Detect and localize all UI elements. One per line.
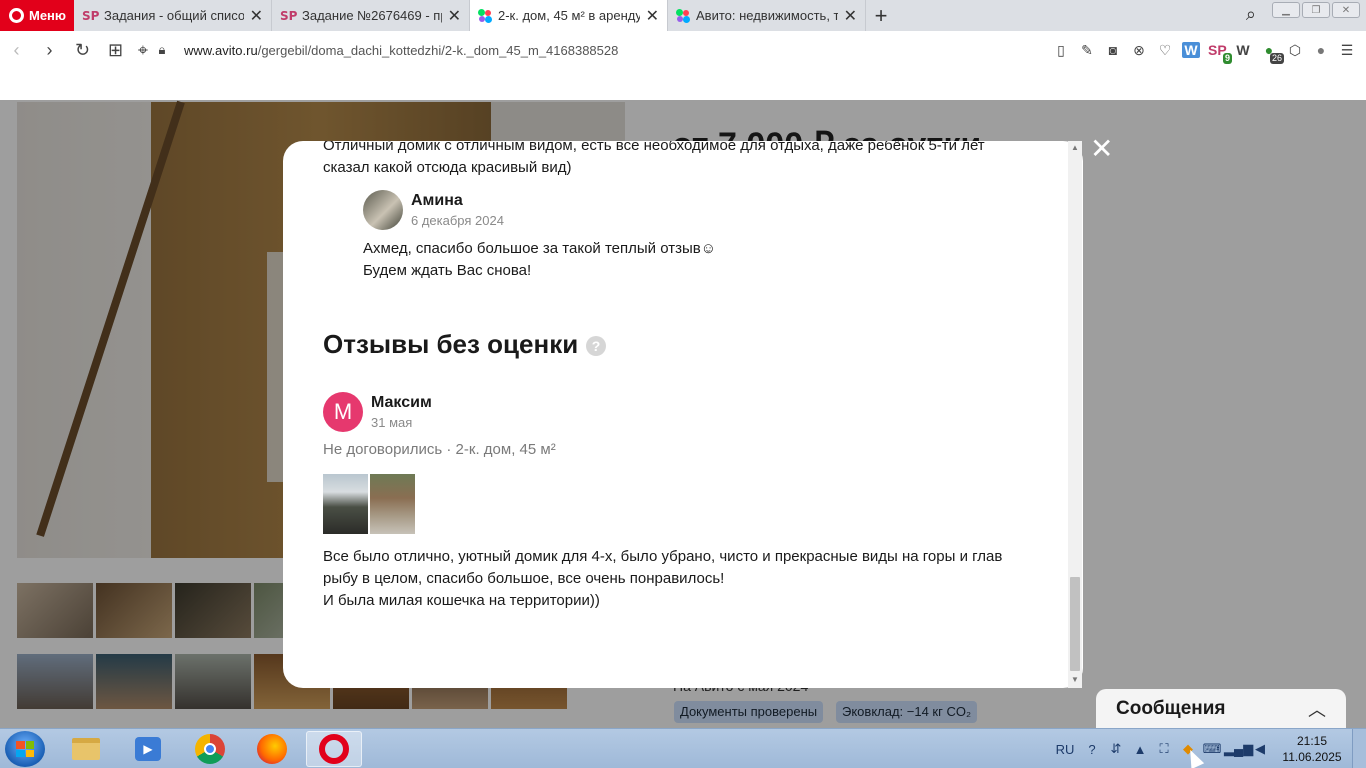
minimize-button[interactable]: ▁: [1272, 2, 1300, 18]
address-bar: ‹ › ↻ ⊞ ⌖ 🔒︎ www.avito.ru/gergebil/doma_…: [0, 31, 1366, 69]
opera-logo-icon: [9, 8, 24, 23]
tab-task-2676469[interactable]: SP Задание №2676469 - про ✕: [272, 0, 470, 31]
system-tray: RU ? ⇵ ▲ ⛶ ◆ ⌨ ▂▄▆ ◀ 21:15 11.06.2025: [1050, 729, 1366, 768]
toolbar-icons: ▯ ✎ ◙ ⊗ ♡ W SP 9 W ● 26 ⬡ ● ☰: [1052, 31, 1356, 69]
scrollbar-thumb[interactable]: [1070, 577, 1080, 671]
firefox-icon: [257, 734, 287, 764]
reply-text: Ахмед, спасибо большое за такой теплый о…: [363, 240, 717, 279]
messages-title: Сообщения: [1116, 697, 1226, 719]
help-tray-icon[interactable]: ?: [1080, 742, 1104, 757]
signal-tray-icon[interactable]: ▂▄▆: [1224, 741, 1253, 757]
heart-icon[interactable]: ♡: [1156, 42, 1174, 59]
device-tray-icon[interactable]: ⌨: [1200, 741, 1224, 757]
review-meta: Не договорились · 2-к. дом, 45 м²: [323, 441, 556, 458]
review-text: Все было отлично, уютный домик для 4-х, …: [323, 548, 1003, 609]
close-window-button[interactable]: ✕: [1332, 2, 1360, 18]
start-button[interactable]: [5, 731, 45, 767]
tab-avito-home[interactable]: Авито: недвижимость, тра ✕: [668, 0, 866, 31]
chrome-icon: [195, 734, 225, 764]
reviewer-name[interactable]: Максим: [371, 394, 432, 412]
clock-time: 21:15: [1296, 734, 1328, 748]
w-extension-icon[interactable]: W: [1234, 42, 1252, 58]
tab-close-icon[interactable]: ✕: [250, 6, 263, 26]
avito-favicon-icon: [676, 8, 690, 23]
tab-tasks-list[interactable]: SP Задания - общий список s ✕: [74, 0, 272, 31]
tab-title: Задания - общий список s: [104, 8, 244, 23]
reply-date: 6 декабря 2024: [411, 213, 504, 228]
snapshot-edit-icon[interactable]: ✎: [1078, 42, 1096, 59]
previous-review-text: Отличный домик с отличным видом, есть вс…: [323, 141, 985, 176]
taskbar-firefox[interactable]: [244, 731, 300, 767]
tab-search-icon[interactable]: ⌕: [1246, 4, 1256, 25]
taskbar-explorer[interactable]: [58, 731, 114, 767]
section-title-unrated-reviews: Отзывы без оценки: [323, 329, 579, 359]
messages-widget[interactable]: Сообщения ︿: [1096, 689, 1346, 728]
windows-logo-icon: [16, 741, 34, 757]
url-path: /gergebil/doma_dachi_kottedzhi/2-k._dom_…: [257, 42, 619, 58]
folder-icon: [72, 738, 100, 760]
cube-extension-icon[interactable]: ⬡: [1286, 42, 1304, 59]
menu-label: Меню: [29, 8, 67, 23]
tab-title: Задание №2676469 - про: [302, 8, 442, 23]
camera-icon[interactable]: ◙: [1104, 42, 1122, 58]
chevron-up-icon[interactable]: ︿: [1308, 696, 1326, 722]
tab-title: 2-к. дом, 45 м² в аренду в: [498, 8, 640, 23]
media-player-icon: ▶: [135, 737, 161, 761]
close-modal-icon[interactable]: ✕: [1090, 135, 1113, 163]
taskbar-chrome[interactable]: [182, 731, 238, 767]
taskbar-media-player[interactable]: ▶: [120, 731, 176, 767]
tab-close-icon[interactable]: ✕: [646, 6, 659, 26]
easy-setup-icon[interactable]: ☰: [1338, 42, 1356, 59]
help-icon[interactable]: ?: [586, 336, 606, 356]
sp-favicon-icon: SP: [82, 8, 100, 23]
word-extension-icon[interactable]: W: [1182, 42, 1200, 58]
location-icon[interactable]: ⌖: [132, 40, 154, 61]
adblock-icon[interactable]: ⊗: [1130, 42, 1148, 59]
opera-icon: [319, 734, 349, 764]
system-clock[interactable]: 21:15 11.06.2025: [1272, 733, 1352, 765]
scroll-up-arrow-icon[interactable]: ▲: [1071, 143, 1079, 152]
review-date: 31 мая: [371, 415, 413, 430]
browser-tab-bar: Меню SP Задания - общий список s ✕ SP За…: [0, 0, 1366, 31]
screen-tray-icon[interactable]: ⛶: [1152, 741, 1176, 757]
profile-icon[interactable]: ●: [1312, 42, 1330, 58]
lock-icon[interactable]: 🔒︎: [154, 42, 170, 58]
sp-extension-icon[interactable]: SP 9: [1208, 42, 1232, 64]
avito-favicon-icon: [478, 8, 492, 23]
reply-author: Амина: [411, 192, 463, 209]
reviewer-avatar: М: [323, 392, 363, 432]
show-hidden-icons-icon[interactable]: ▲: [1128, 742, 1152, 757]
tab-avito-listing[interactable]: 2-к. дом, 45 м² в аренду в ✕: [470, 0, 668, 31]
speed-dial-icon[interactable]: ⊞: [99, 40, 132, 61]
language-indicator[interactable]: RU: [1050, 742, 1080, 757]
clock-date: 11.06.2025: [1282, 750, 1342, 764]
reviews-scroll-area[interactable]: Отличный домик с отличным видом, есть вс…: [283, 141, 1069, 688]
reload-icon[interactable]: ↻: [66, 40, 99, 61]
tab-close-icon[interactable]: ✕: [844, 6, 857, 26]
reader-mode-icon[interactable]: ▯: [1052, 42, 1070, 59]
network-tray-icon[interactable]: ⇵: [1104, 741, 1128, 757]
maximize-button[interactable]: ❐: [1302, 2, 1330, 18]
show-desktop-button[interactable]: [1352, 729, 1366, 768]
review-photo[interactable]: [370, 474, 415, 534]
opera-menu-button[interactable]: Меню: [0, 0, 74, 31]
green-extension-icon[interactable]: ● 26: [1260, 42, 1284, 64]
reviews-modal: Отличный домик с отличным видом, есть вс…: [283, 141, 1083, 688]
tab-close-icon[interactable]: ✕: [448, 6, 461, 26]
new-tab-button[interactable]: +: [866, 0, 896, 31]
scroll-down-arrow-icon[interactable]: ▼: [1071, 675, 1079, 684]
review-photo[interactable]: [323, 474, 368, 534]
volume-icon[interactable]: ◀: [1248, 741, 1272, 757]
url-domain: www.avito.ru: [184, 42, 258, 58]
windows-taskbar: ▶ RU ? ⇵ ▲ ⛶ ◆ ⌨ ▂▄▆ ◀ 21:15 11.06.2025: [0, 728, 1366, 768]
window-controls: ▁ ❐ ✕: [1272, 2, 1360, 18]
url-field[interactable]: www.avito.ru/gergebil/doma_dachi_kottedz…: [184, 43, 618, 58]
sp-favicon-icon: SP: [280, 8, 298, 23]
taskbar-opera[interactable]: [306, 731, 362, 767]
forward-icon[interactable]: ›: [33, 40, 66, 61]
owner-avatar: [363, 190, 403, 230]
modal-scrollbar[interactable]: ▲ ▼: [1068, 141, 1082, 688]
tab-title: Авито: недвижимость, тра: [696, 8, 838, 23]
back-icon[interactable]: ‹: [0, 40, 33, 61]
